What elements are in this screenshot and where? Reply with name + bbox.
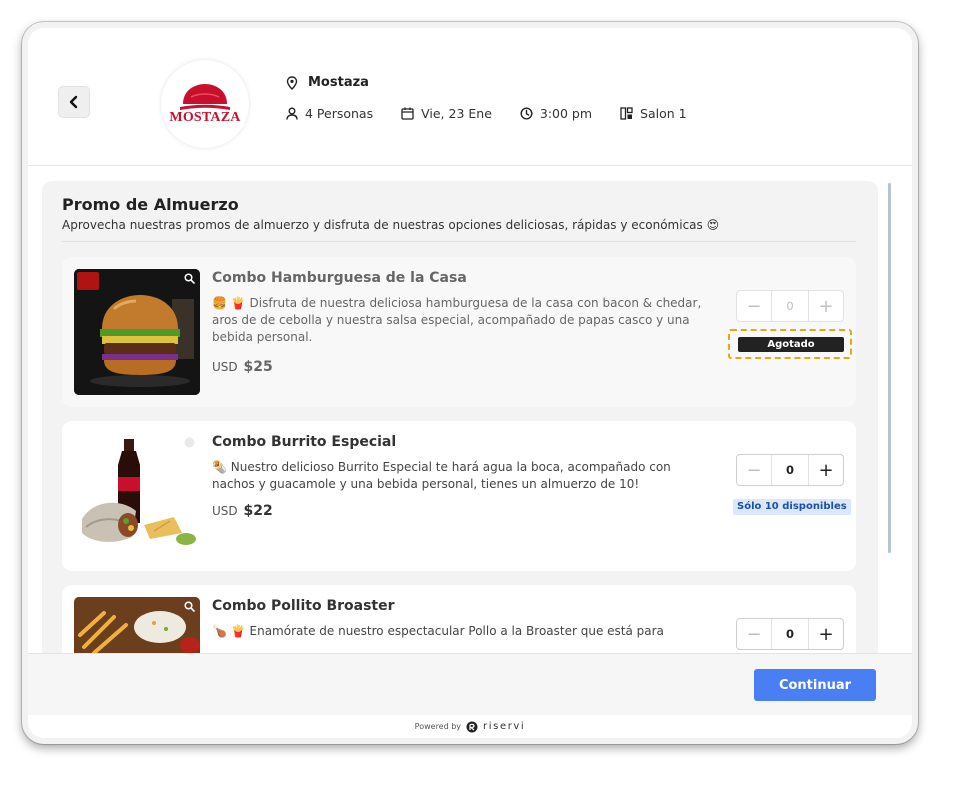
powered-by: Powered by riservi [28,715,912,738]
location-pin-icon [286,75,298,90]
powered-by-text: Powered by [414,722,462,731]
menu-content: Promo de Almuerzo Aprovecha nuestras pro… [28,167,912,653]
burrito-illustration [74,433,200,559]
date-info: Vie, 23 Ene [401,106,492,121]
quantity-stepper[interactable]: − 0 + [736,618,844,650]
riservi-logo-icon [466,721,478,732]
increase-button[interactable]: + [809,619,843,649]
quantity-stepper[interactable]: − 0 + [736,454,844,486]
decrease-button[interactable]: − [737,619,771,649]
item-title[interactable]: Combo Hamburguesa de la Casa [212,270,467,286]
reservation-date: Vie, 23 Ene [421,106,492,121]
restaurant-logo: MOSTAZA [161,60,249,148]
section-title: Promo de Almuerzo [62,195,239,214]
chicken-illustration [74,597,200,653]
scrollbar[interactable] [888,183,891,553]
menu-item-card[interactable]: Combo Burrito Especial 🌯 Nuestro delicio… [62,421,856,571]
item-title[interactable]: Combo Pollito Broaster [212,598,395,614]
item-description: 🍔 🍟 Disfruta de nuestra deliciosa hambur… [212,296,702,344]
availability-badge: Sólo 10 disponibles [733,499,851,515]
item-price: USD $25 [212,359,273,375]
increase-button[interactable]: + [809,455,843,485]
people-count: 4 Personas [305,106,374,121]
price-currency: USD [212,360,238,374]
chevron-left-icon [69,95,78,109]
person-icon [286,107,298,120]
item-price: USD $22 [212,503,273,519]
price-amount: $22 [243,503,273,519]
menu-item-card[interactable]: Combo Hamburguesa de la Casa 🍔 🍟 Disfrut… [62,257,856,407]
room-icon [620,107,633,120]
increase-button: + [818,295,834,317]
sold-out-highlight: Agotado [728,329,852,359]
device-frame: MOSTAZA Mostaza 4 Personas Vie, 23 Ene 3… [22,22,918,744]
item-description: 🌯 Nuestro delicioso Burrito Especial te … [212,460,671,491]
calendar-icon [401,107,414,120]
item-title[interactable]: Combo Burrito Especial [212,434,396,450]
reservation-time: 3:00 pm [539,106,593,121]
magnifier-icon[interactable] [184,437,195,448]
burger-image[interactable] [74,269,200,395]
price-amount: $25 [243,359,273,375]
time-info: 3:00 pm [520,106,592,121]
magnifier-icon[interactable] [184,273,195,284]
price-currency: USD [212,504,238,518]
item-description: 🍗 🍟 Enamórate de nuestro espectacular Po… [212,624,664,638]
burrito-image[interactable] [74,433,200,559]
decrease-button: − [746,295,762,317]
quantity-stepper: − 0 + [736,290,844,322]
burger-illustration [74,269,200,395]
continue-button[interactable]: Continuar [754,669,876,701]
venue-row: Mostaza [286,75,369,90]
logo-text: MOSTAZA [169,110,241,125]
room-info: Salon 1 [620,106,687,121]
people-info: 4 Personas [286,106,373,121]
magnifier-icon[interactable] [184,601,195,612]
header: MOSTAZA Mostaza 4 Personas Vie, 23 Ene 3… [28,28,912,166]
sold-out-badge: Agotado [738,337,844,352]
clock-icon [520,107,533,120]
decrease-button[interactable]: − [737,455,771,485]
venue-name: Mostaza [308,75,369,90]
quantity-value: 0 [771,455,809,485]
divider [62,241,856,242]
quantity-value: 0 [771,619,809,649]
room-name: Salon 1 [640,106,687,121]
booking-screen: MOSTAZA Mostaza 4 Personas Vie, 23 Ene 3… [28,28,912,738]
footer-bar: Continuar [28,653,912,715]
back-button[interactable] [58,86,90,118]
bun-logo-icon [180,84,230,110]
chicken-image[interactable] [74,597,200,653]
menu-item-card[interactable]: Combo Pollito Broaster 🍗 🍟 Enamórate de … [62,585,856,653]
quantity-value: 0 [771,291,809,321]
promo-section: Promo de Almuerzo Aprovecha nuestras pro… [42,181,878,653]
reservation-details: 4 Personas Vie, 23 Ene 3:00 pm Salon 1 [286,106,715,121]
brand-name[interactable]: riservi [483,721,525,732]
section-description: Aprovecha nuestras promos de almuerzo y … [62,218,720,232]
